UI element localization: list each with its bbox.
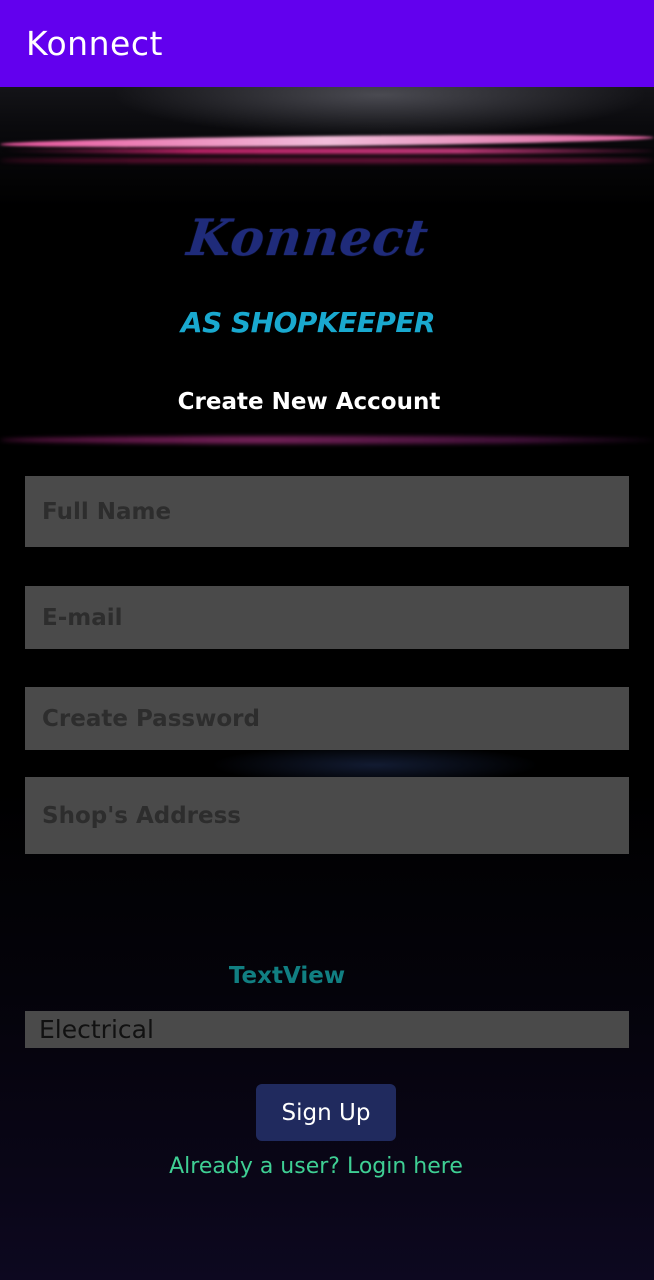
signup-screen: Konnect Konnect AS SHOPKEEPER Create New… [0, 0, 654, 1280]
email-field[interactable] [25, 586, 629, 649]
role-label: AS SHOPKEEPER [180, 306, 436, 339]
login-link[interactable]: Already a user? Login here [0, 1154, 632, 1179]
page-title: Create New Account [177, 389, 441, 415]
sign-up-button[interactable]: Sign Up [256, 1084, 396, 1141]
category-selected-value: Electrical [39, 1015, 154, 1044]
signup-form-container: Konnect AS SHOPKEEPER Create New Account… [0, 0, 654, 1280]
password-field[interactable] [25, 687, 629, 750]
logo-text: Konnect [184, 208, 432, 267]
category-dropdown[interactable]: Electrical [25, 1011, 629, 1048]
full-name-field[interactable] [25, 476, 629, 547]
category-label: TextView [228, 963, 346, 989]
shop-address-field[interactable] [25, 777, 629, 854]
